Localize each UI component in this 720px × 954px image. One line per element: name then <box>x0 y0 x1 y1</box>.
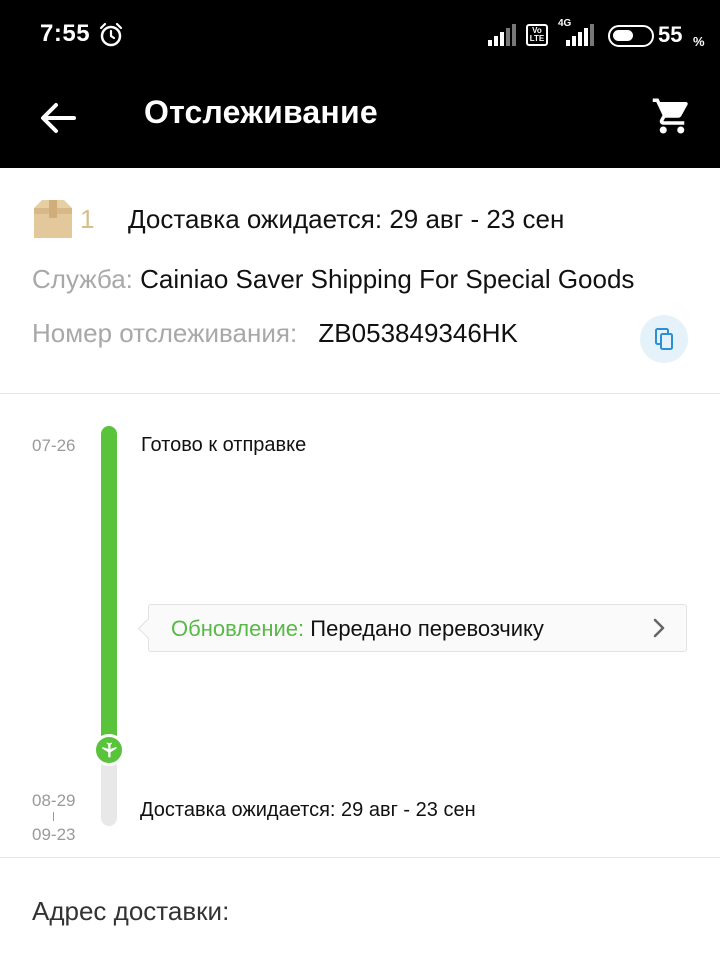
update-card[interactable]: Обновление: Передано перевозчику <box>148 604 687 652</box>
airplane-icon <box>102 742 117 758</box>
tracking-row: Номер отслеживания: ZB053849346HK <box>32 318 518 349</box>
status-time: 7:55 <box>40 20 91 47</box>
chevron-right-icon <box>653 618 665 638</box>
cart-button[interactable] <box>644 88 700 144</box>
delivery-estimate: Доставка ожидается: 29 авг - 23 сен <box>128 204 565 234</box>
date-range-divider <box>53 812 54 821</box>
shopping-cart-icon <box>652 98 688 134</box>
signal-strength-icon <box>488 24 516 46</box>
app-bar: Отслеживание <box>0 72 720 168</box>
volte-icon: Vo LTE <box>526 24 548 46</box>
tracking-timeline: 07-26 Готово к отправке Обновление: Пере… <box>0 394 720 858</box>
copy-tracking-button[interactable] <box>640 315 688 363</box>
shipment-info: 1 Доставка ожидается: 29 авг - 23 сен Сл… <box>0 168 720 394</box>
battery-percent: 55 <box>658 22 683 47</box>
signal-strength-icon <box>566 24 594 46</box>
package-count: 1 <box>80 204 95 234</box>
back-button[interactable] <box>30 90 86 146</box>
battery-percent-sign: % <box>693 34 705 49</box>
event-text: Готово к отправке <box>141 434 307 456</box>
estimate-text: Доставка ожидается: 29 авг - 23 сен <box>140 799 476 821</box>
update-value: Передано перевозчику <box>310 616 544 641</box>
page-title: Отслеживание <box>144 94 378 130</box>
update-label: Обновление: <box>171 616 305 641</box>
event-date: 07-26 <box>32 436 76 455</box>
service-row: Служба: Cainiao Saver Shipping For Speci… <box>32 264 634 295</box>
battery-icon <box>608 25 654 47</box>
progress-marker <box>93 734 125 766</box>
delivery-address-title: Адрес доставки: <box>32 896 230 926</box>
tracking-number[interactable]: ZB053849346HK <box>318 318 517 348</box>
arrow-left-icon <box>41 103 76 133</box>
service-label: Служба: <box>32 264 133 294</box>
progress-track-complete <box>101 426 117 756</box>
estimate-date-to: 09-23 <box>32 825 76 844</box>
tracking-label: Номер отслеживания: <box>32 318 298 348</box>
estimate-date-from: 08-29 <box>32 791 76 810</box>
alarm-icon <box>99 22 123 47</box>
status-bar: 7:55 Vo LTE 4G 55 % <box>0 0 720 72</box>
update-text: Обновление: Передано перевозчику <box>171 616 544 642</box>
service-value: Cainiao Saver Shipping For Special Goods <box>140 264 635 294</box>
copy-icon <box>655 328 673 350</box>
package-box-icon <box>34 200 72 238</box>
